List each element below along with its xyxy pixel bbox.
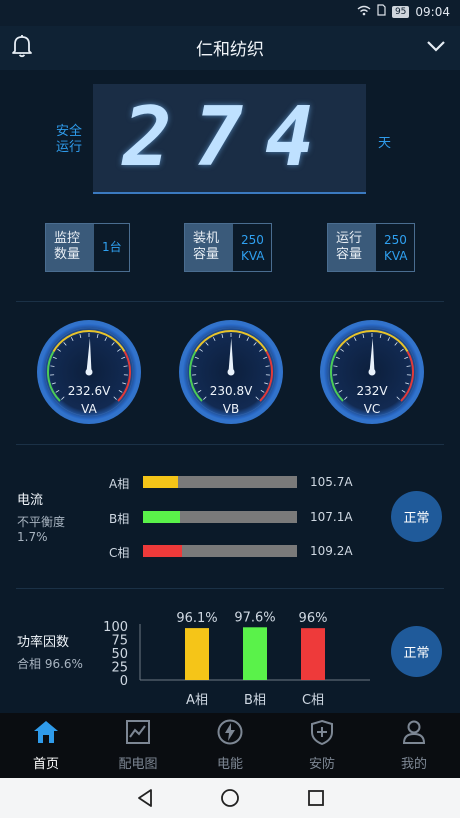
chart-icon: [126, 720, 150, 744]
phase-c-fill: [143, 545, 182, 557]
gauge-va: 232.6V VA: [35, 318, 143, 426]
tab-energy[interactable]: 电能: [184, 713, 276, 778]
x-tick-label: C相: [302, 693, 324, 708]
lightning-icon: [217, 719, 243, 745]
phase-c-bar: [143, 545, 297, 557]
phase-a-value: 105.7A: [310, 475, 353, 489]
page-title: 仁和纺织: [196, 40, 264, 60]
sim-icon: [377, 4, 386, 19]
x-tick-label: B相: [244, 693, 266, 708]
pf-data-label: 96.1%: [176, 611, 217, 626]
imbalance-label: 不平衡度 1.7%: [17, 515, 66, 544]
x-tick-label: A相: [186, 693, 208, 708]
monitor-count-box: 监控 数量 1台: [45, 223, 130, 272]
gauge-vb: 230.8V VB: [177, 318, 285, 426]
pf-data-label: 96%: [299, 611, 328, 626]
back-icon[interactable]: [136, 788, 154, 808]
safe-run-label: 安全 运行: [55, 124, 82, 155]
battery-indicator: 95: [391, 5, 410, 18]
safe-run-unit: 天: [378, 136, 392, 151]
tab-bar: 首页 配电图 电能 安防 我的: [0, 713, 460, 778]
installed-capacity-box: 装机 容量 250 KVA: [184, 223, 272, 272]
tab-home[interactable]: 首页: [0, 713, 92, 778]
safe-run-counter: 274: [93, 84, 366, 194]
running-capacity-box: 运行 容量 250 KVA: [327, 223, 415, 272]
gauge-label: VC: [363, 402, 381, 416]
gauge-vc: 232V VC: [318, 318, 426, 426]
gauge-value: 230.8V: [209, 384, 253, 398]
current-title: 电流: [17, 493, 44, 508]
power-factor-title: 功率因数: [17, 635, 70, 650]
gauge-value: 232.6V: [67, 384, 111, 398]
wifi-icon: [357, 5, 371, 19]
shield-icon: [311, 719, 333, 745]
current-status-button[interactable]: 正常: [391, 491, 442, 542]
gauge-label: VB: [222, 402, 240, 416]
pf-bar: [301, 628, 325, 680]
tab-security[interactable]: 安防: [276, 713, 368, 778]
tab-distribution[interactable]: 配电图: [92, 713, 184, 778]
user-icon: [402, 720, 426, 744]
gauge-hub: [368, 368, 376, 376]
pf-bar: [185, 628, 209, 680]
tab-profile[interactable]: 我的: [368, 713, 460, 778]
divider: [16, 444, 444, 445]
phase-b-fill: [143, 511, 180, 523]
phase-a-fill: [143, 476, 179, 488]
recents-icon[interactable]: [307, 789, 325, 807]
phase-b-bar: [143, 511, 297, 523]
phase-c-label: C相: [109, 546, 130, 560]
system-nav-bar: [0, 778, 460, 818]
phase-a-bar: [143, 476, 297, 488]
phase-c-value: 109.2A: [310, 544, 353, 558]
divider: [16, 588, 444, 589]
safe-run-days: 274: [122, 90, 337, 185]
clock: 09:04: [415, 4, 450, 19]
status-bar: 95 09:04: [0, 0, 460, 26]
phase-b-label: B相: [109, 512, 130, 526]
power-factor-status-button[interactable]: 正常: [391, 626, 442, 677]
power-factor-sub: 合相 96.6%: [17, 657, 83, 671]
phase-a-label: A相: [109, 477, 130, 491]
pf-data-label: 97.6%: [234, 610, 275, 625]
app-header: 仁和纺织: [0, 26, 460, 70]
gauge-hub: [85, 368, 93, 376]
pf-bar: [243, 627, 267, 680]
gauge-label: VA: [81, 402, 97, 416]
phase-b-value: 107.1A: [310, 510, 353, 524]
divider: [16, 301, 444, 302]
chevron-down-icon[interactable]: [426, 38, 446, 57]
power-factor-chart: 100755025096.1%A相97.6%B相96%C相: [103, 610, 370, 708]
home-circle-icon[interactable]: [220, 788, 240, 808]
gauge-hub: [227, 368, 235, 376]
gauge-value: 232V: [356, 384, 388, 398]
home-icon: [34, 721, 58, 743]
y-tick-label: 0: [120, 674, 128, 689]
